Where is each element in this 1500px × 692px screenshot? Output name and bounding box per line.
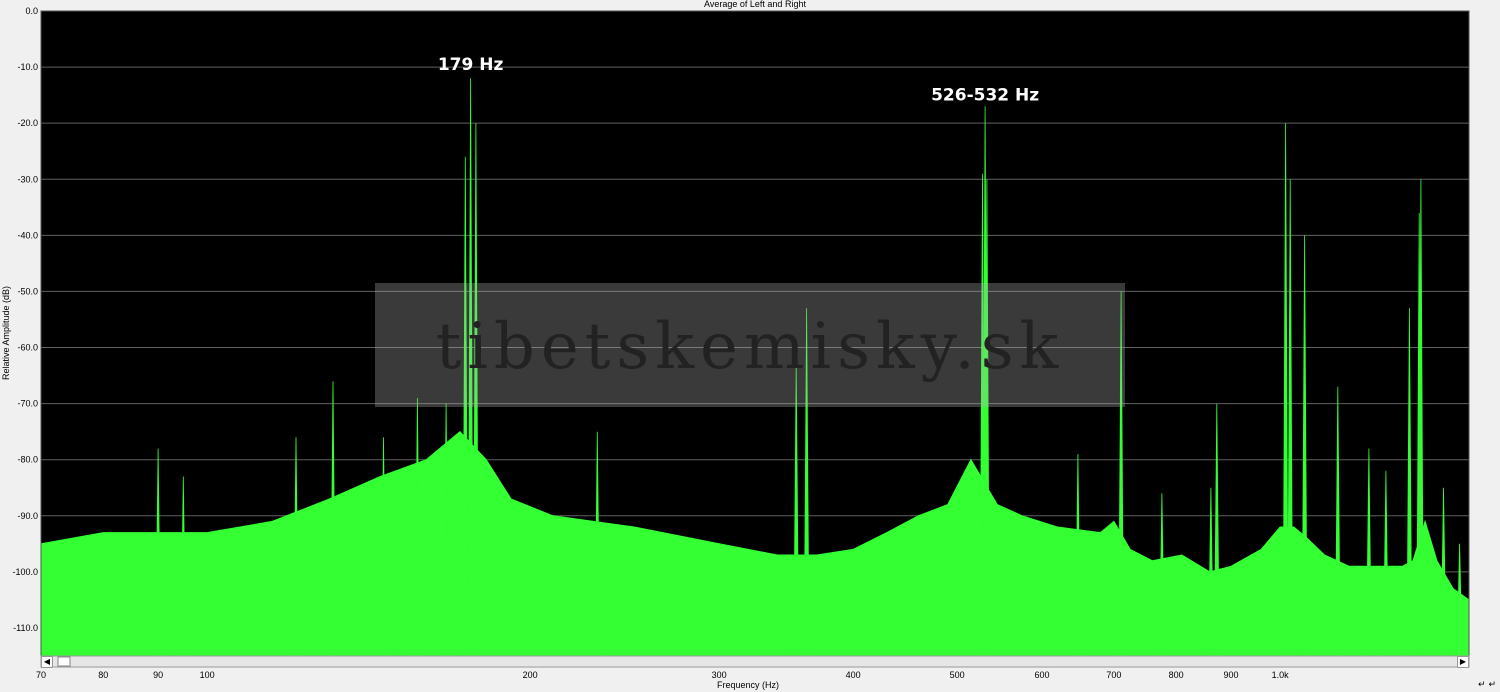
scrollbar-track[interactable] bbox=[40, 655, 1470, 668]
x-axis-label: Frequency (Hz) bbox=[717, 680, 779, 690]
x-tick-6: 400 bbox=[846, 670, 861, 680]
y-tick-11: -110.0 bbox=[13, 623, 38, 633]
x-tick-0: 70 bbox=[36, 670, 46, 680]
y-tick-0: 0.0 bbox=[25, 6, 38, 16]
y-tick-3: -30.0 bbox=[17, 174, 38, 184]
y-tick-8: -80.0 bbox=[17, 455, 38, 465]
scroll-left-button[interactable]: ◀ bbox=[41, 656, 53, 668]
annotation-0: 179 Hz bbox=[438, 55, 504, 75]
phs-logo: PHS bbox=[1439, 15, 1466, 28]
x-tick-labels: 70 80 90 100 200 300 400 500 600 700 800 900 1.0k bbox=[36, 670, 1289, 680]
x-tick-12: 1.0k bbox=[1272, 670, 1290, 680]
y-tick-2: -20.0 bbox=[17, 118, 38, 128]
x-tick-8: 600 bbox=[1035, 670, 1050, 680]
corner-resize-icons: ↵ ↵ bbox=[1478, 680, 1496, 690]
scroll-right-button[interactable]: ▶ bbox=[1457, 656, 1469, 668]
x-tick-3: 100 bbox=[200, 670, 215, 680]
y-tick-7: -70.0 bbox=[17, 399, 38, 409]
x-tick-1: 80 bbox=[98, 670, 108, 680]
y-axis-label: Relative Amplitude (dB) bbox=[1, 286, 11, 380]
y-tick-5: -50.0 bbox=[17, 286, 38, 296]
y-tick-4: -40.0 bbox=[17, 230, 38, 240]
x-tick-4: 200 bbox=[523, 670, 538, 680]
y-tick-1: -10.0 bbox=[17, 62, 38, 72]
y-tick-10: -100.0 bbox=[12, 567, 38, 577]
x-tick-11: 900 bbox=[1223, 670, 1238, 680]
watermark-text: tibetskemisky.sk bbox=[436, 310, 1065, 384]
chart-title: Average of Left and Right bbox=[704, 0, 806, 9]
x-tick-5: 300 bbox=[712, 670, 727, 680]
scrollbar-thumb[interactable] bbox=[57, 656, 71, 667]
y-tick-6: -60.0 bbox=[17, 343, 38, 353]
x-tick-2: 90 bbox=[153, 670, 163, 680]
annotation-1: 526-532 Hz bbox=[931, 86, 1039, 106]
y-tick-labels: 0.0 -10.0 -20.0 -30.0 -40.0 -50.0 -60.0 -70.0 -8… bbox=[12, 6, 38, 633]
x-tick-9: 700 bbox=[1106, 670, 1121, 680]
x-tick-10: 800 bbox=[1169, 670, 1184, 680]
x-tick-7: 500 bbox=[950, 670, 965, 680]
spectrum-chart: tibetskemisky.sk PHS 179 Hz 526-532 Hz Av… bbox=[1, 0, 1470, 690]
y-tick-9: -90.0 bbox=[17, 511, 38, 521]
